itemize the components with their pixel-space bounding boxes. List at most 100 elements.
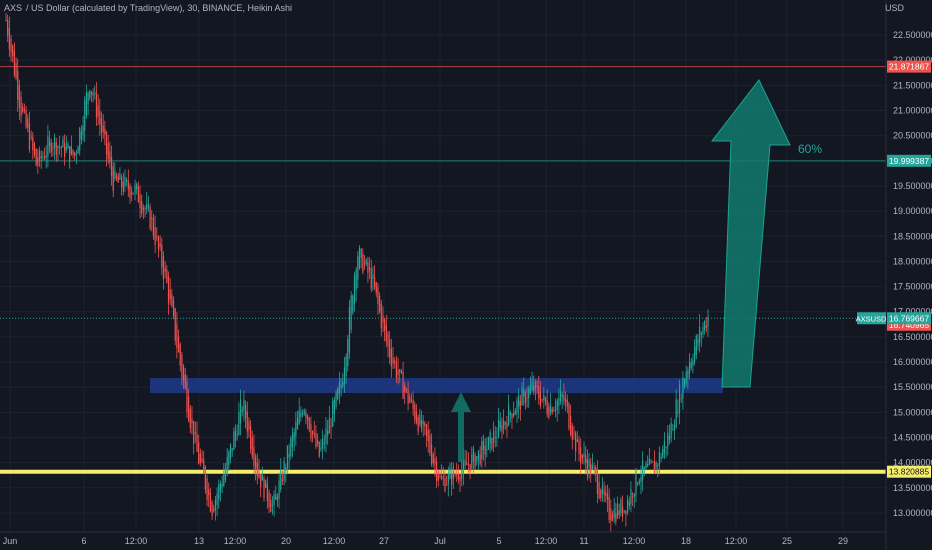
candle-body bbox=[328, 418, 330, 434]
candle-body bbox=[559, 391, 562, 402]
symbol-name[interactable]: AXS bbox=[4, 3, 22, 13]
candle-body bbox=[43, 156, 46, 159]
candle-body bbox=[255, 456, 257, 469]
candle-body bbox=[645, 463, 647, 469]
candle-body bbox=[285, 467, 287, 471]
candle-body bbox=[521, 387, 523, 406]
candle-body bbox=[616, 504, 619, 518]
candle-body bbox=[256, 462, 258, 477]
candle-body bbox=[60, 147, 62, 149]
candle-body bbox=[194, 432, 196, 434]
candle-body bbox=[466, 462, 468, 465]
candle-body bbox=[568, 403, 570, 429]
candle-body bbox=[404, 385, 406, 393]
candle-body bbox=[700, 333, 702, 335]
candle-body bbox=[640, 477, 642, 482]
candle-body bbox=[124, 177, 126, 187]
candle-body bbox=[99, 110, 101, 125]
candle-body bbox=[400, 370, 402, 373]
y-tick-label: 15.500000 bbox=[893, 382, 932, 392]
candle-body bbox=[452, 467, 454, 480]
candle-body bbox=[322, 438, 324, 449]
candle-body bbox=[97, 105, 99, 117]
candle-body bbox=[379, 295, 381, 312]
candle-body bbox=[280, 469, 282, 490]
candle-body bbox=[352, 295, 354, 313]
candle-body bbox=[576, 439, 578, 443]
candle-body bbox=[147, 205, 150, 207]
candle-body bbox=[53, 137, 56, 148]
candle-body bbox=[570, 415, 572, 435]
candle-body bbox=[325, 428, 327, 444]
candle-body bbox=[454, 473, 456, 475]
candle-body bbox=[534, 381, 537, 389]
candle-body bbox=[193, 420, 195, 444]
candle-body bbox=[333, 399, 335, 414]
candle-body bbox=[201, 457, 203, 462]
candle-body bbox=[283, 461, 285, 481]
candle-body bbox=[82, 125, 84, 136]
price-chart[interactable]: 60% 22.50000022.00000021.50000021.000000… bbox=[0, 0, 932, 550]
candle-body bbox=[28, 123, 31, 150]
candle-body bbox=[429, 435, 431, 454]
time-axis[interactable]: Jun 6 12:00 13 12:00 20 12:00 27 Jul 5 12:00 11 12:0… bbox=[0, 531, 886, 546]
candle-body bbox=[456, 473, 458, 475]
candle-body bbox=[474, 455, 476, 468]
candle-body bbox=[253, 446, 255, 467]
candle-body bbox=[538, 386, 540, 399]
candle-body bbox=[50, 142, 52, 153]
candle-body bbox=[554, 409, 557, 411]
candle-body bbox=[288, 454, 290, 458]
candle-body bbox=[244, 405, 247, 419]
candle-body bbox=[337, 388, 339, 400]
candle-body bbox=[296, 418, 299, 430]
candle-body bbox=[583, 453, 585, 457]
candle-body bbox=[345, 355, 347, 376]
candle-body bbox=[610, 508, 612, 522]
candle-body bbox=[347, 338, 349, 366]
candle-body bbox=[424, 422, 426, 427]
candle-body bbox=[387, 333, 389, 347]
candle-body bbox=[42, 156, 44, 158]
candle-body bbox=[705, 325, 707, 328]
candle-body bbox=[504, 422, 506, 425]
candle-body bbox=[18, 85, 21, 109]
candle-body bbox=[182, 366, 185, 382]
candle-body bbox=[35, 149, 37, 166]
price-label-text: 21.871867 bbox=[889, 62, 929, 72]
candle-body bbox=[677, 411, 679, 414]
candle-body bbox=[141, 201, 143, 214]
resistance-zone[interactable] bbox=[150, 378, 723, 393]
candle-body bbox=[511, 413, 513, 419]
candle-body bbox=[558, 397, 560, 406]
candle-body bbox=[221, 483, 223, 488]
candle-body bbox=[239, 399, 242, 424]
candle-body bbox=[315, 433, 317, 448]
candle-body bbox=[687, 369, 689, 378]
candle-body bbox=[110, 156, 113, 177]
candle-body bbox=[499, 421, 501, 429]
candle-body bbox=[362, 253, 364, 273]
candle-body bbox=[12, 45, 14, 57]
candle-body bbox=[476, 456, 478, 462]
candle-body bbox=[115, 174, 118, 179]
candle-body bbox=[497, 419, 500, 438]
candle-body bbox=[23, 109, 26, 111]
y-tick-label: 17.500000 bbox=[893, 282, 932, 292]
candle-body bbox=[273, 494, 275, 506]
candle-body bbox=[662, 449, 664, 458]
candle-body bbox=[477, 450, 480, 459]
candle-body bbox=[219, 483, 222, 492]
candle-body bbox=[412, 399, 414, 409]
candle-body bbox=[171, 294, 173, 307]
candle-body bbox=[241, 409, 243, 412]
candle-body bbox=[415, 412, 418, 423]
candle-body bbox=[571, 425, 573, 440]
candle-body bbox=[392, 357, 394, 364]
x-tick-label: Jul bbox=[434, 536, 446, 546]
candle-body bbox=[471, 454, 473, 469]
candle-body bbox=[447, 472, 449, 485]
candle-body bbox=[179, 344, 181, 366]
candle-body bbox=[549, 404, 552, 413]
candle-body bbox=[375, 282, 377, 293]
